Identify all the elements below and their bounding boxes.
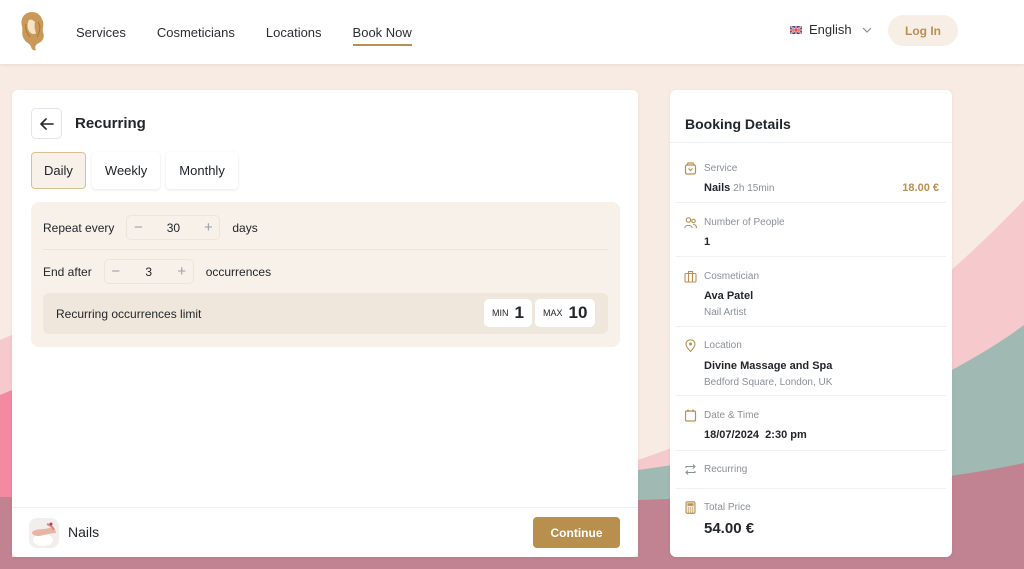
people-count: 1 bbox=[704, 236, 711, 248]
repeat-unit-label: days bbox=[232, 220, 258, 235]
repeat-every-row: Repeat every − 30 + days bbox=[43, 215, 258, 240]
recurring-card: Recurring Daily Weekly Monthly Repeat ev… bbox=[12, 90, 638, 557]
page-title: Recurring bbox=[75, 115, 146, 132]
booking-details-title: Booking Details bbox=[685, 116, 791, 132]
tab-daily[interactable]: Daily bbox=[31, 152, 86, 189]
map-pin-icon bbox=[685, 339, 696, 352]
occurrences-unit-label: occurrences bbox=[205, 264, 272, 279]
nav-cosmeticians[interactable]: Cosmeticians bbox=[157, 25, 235, 40]
occurrences-stepper: − 3 + bbox=[103, 259, 194, 284]
shopping-bag-icon bbox=[684, 162, 697, 175]
recurring-label: Recurring bbox=[704, 464, 748, 475]
min-value: 1 bbox=[514, 303, 524, 322]
location-section: Location Divine Massage and Spa Bedford … bbox=[670, 339, 952, 396]
nav-book-now[interactable]: Book Now bbox=[352, 25, 413, 46]
tab-weekly[interactable]: Weekly bbox=[91, 152, 161, 189]
total-price: 54.00 € bbox=[704, 520, 755, 537]
tab-monthly[interactable]: Monthly bbox=[166, 152, 238, 189]
chevron-down-icon bbox=[862, 27, 872, 33]
people-label: Number of People bbox=[704, 217, 785, 228]
total-label: Total Price bbox=[704, 502, 751, 513]
recurrence-settings: Repeat every − 30 + days End after − 3 +… bbox=[31, 202, 620, 347]
booking-details-card: Booking Details Service Nails 2h 15min 18… bbox=[670, 90, 952, 557]
datetime-label: Date & Time bbox=[704, 410, 760, 421]
service-duration: 2h 15min bbox=[733, 183, 775, 194]
decrement-button[interactable]: − bbox=[127, 217, 149, 239]
cosmetician-label: Cosmetician bbox=[704, 271, 760, 282]
divider bbox=[676, 395, 946, 396]
calculator-icon bbox=[685, 501, 696, 514]
end-after-label: End after bbox=[43, 264, 92, 279]
occurrences-limit: Recurring occurrences limit MIN 1 MAX 10 bbox=[43, 293, 608, 334]
occurrences-value[interactable]: 3 bbox=[127, 265, 171, 279]
decrement-button[interactable]: − bbox=[105, 261, 127, 283]
divider bbox=[676, 202, 946, 203]
language-label: English bbox=[809, 22, 852, 37]
increment-button[interactable]: + bbox=[171, 261, 193, 283]
main-nav: Services Cosmeticians Locations Book Now bbox=[76, 0, 443, 64]
repeat-every-label: Repeat every bbox=[43, 220, 115, 235]
nav-locations[interactable]: Locations bbox=[266, 25, 322, 40]
woman-hair-logo[interactable] bbox=[18, 10, 48, 52]
max-label: MAX bbox=[543, 308, 563, 318]
limit-label: Recurring occurrences limit bbox=[56, 307, 202, 321]
service-name-text: Nails bbox=[704, 182, 731, 194]
repeat-interval-stepper: − 30 + bbox=[126, 215, 221, 240]
briefcase-icon bbox=[684, 270, 697, 283]
total-section: Total Price 54.00 € bbox=[670, 501, 952, 541]
recurring-section: Recurring bbox=[670, 463, 952, 489]
service-section: Service Nails 2h 15min 18.00 € bbox=[670, 162, 952, 203]
users-icon bbox=[684, 217, 697, 229]
service-thumbnail bbox=[29, 518, 59, 548]
top-navbar: Services Cosmeticians Locations Book Now… bbox=[0, 0, 1024, 64]
cosmetician-name: Ava Patel bbox=[704, 290, 754, 302]
arrow-left-icon bbox=[39, 117, 54, 130]
uk-flag-icon bbox=[790, 25, 802, 34]
frequency-tabs: Daily Weekly Monthly bbox=[31, 152, 244, 189]
calendar-icon bbox=[684, 409, 697, 422]
back-button[interactable] bbox=[31, 108, 62, 139]
divider bbox=[676, 488, 946, 489]
datetime-section: Date & Time 18/07/2024 2:30 pm bbox=[670, 409, 952, 451]
people-section: Number of People 1 bbox=[670, 216, 952, 257]
min-label: MIN bbox=[492, 308, 509, 318]
cosmetician-section: Cosmetician Ava Patel Nail Artist bbox=[670, 270, 952, 327]
card-footer: Nails Continue bbox=[12, 507, 638, 557]
nav-services[interactable]: Services bbox=[76, 25, 126, 40]
repeat-icon bbox=[685, 464, 696, 475]
location-name: Divine Massage and Spa bbox=[704, 360, 833, 372]
service-name: Nails 2h 15min bbox=[704, 182, 774, 194]
divider bbox=[43, 249, 608, 250]
divider bbox=[676, 256, 946, 257]
login-button[interactable]: Log In bbox=[888, 15, 958, 46]
divider bbox=[670, 142, 952, 143]
service-label: Service bbox=[704, 163, 738, 174]
location-label: Location bbox=[704, 340, 742, 351]
selected-service-name: Nails bbox=[68, 524, 100, 540]
language-selector[interactable]: English bbox=[790, 22, 872, 37]
continue-button[interactable]: Continue bbox=[533, 517, 620, 548]
datetime-value: 18/07/2024 2:30 pm bbox=[704, 429, 807, 441]
max-value: 10 bbox=[568, 303, 588, 322]
cosmetician-role: Nail Artist bbox=[704, 307, 747, 318]
divider bbox=[676, 326, 946, 327]
divider bbox=[676, 450, 946, 451]
service-price: 18.00 € bbox=[902, 182, 939, 194]
increment-button[interactable]: + bbox=[197, 217, 219, 239]
end-after-row: End after − 3 + occurrences bbox=[43, 259, 271, 284]
repeat-interval-value[interactable]: 30 bbox=[149, 221, 197, 235]
max-limit-badge: MAX 10 bbox=[535, 299, 596, 327]
location-address: Bedford Square, London, UK bbox=[704, 377, 833, 388]
min-limit-badge: MIN 1 bbox=[484, 299, 532, 327]
